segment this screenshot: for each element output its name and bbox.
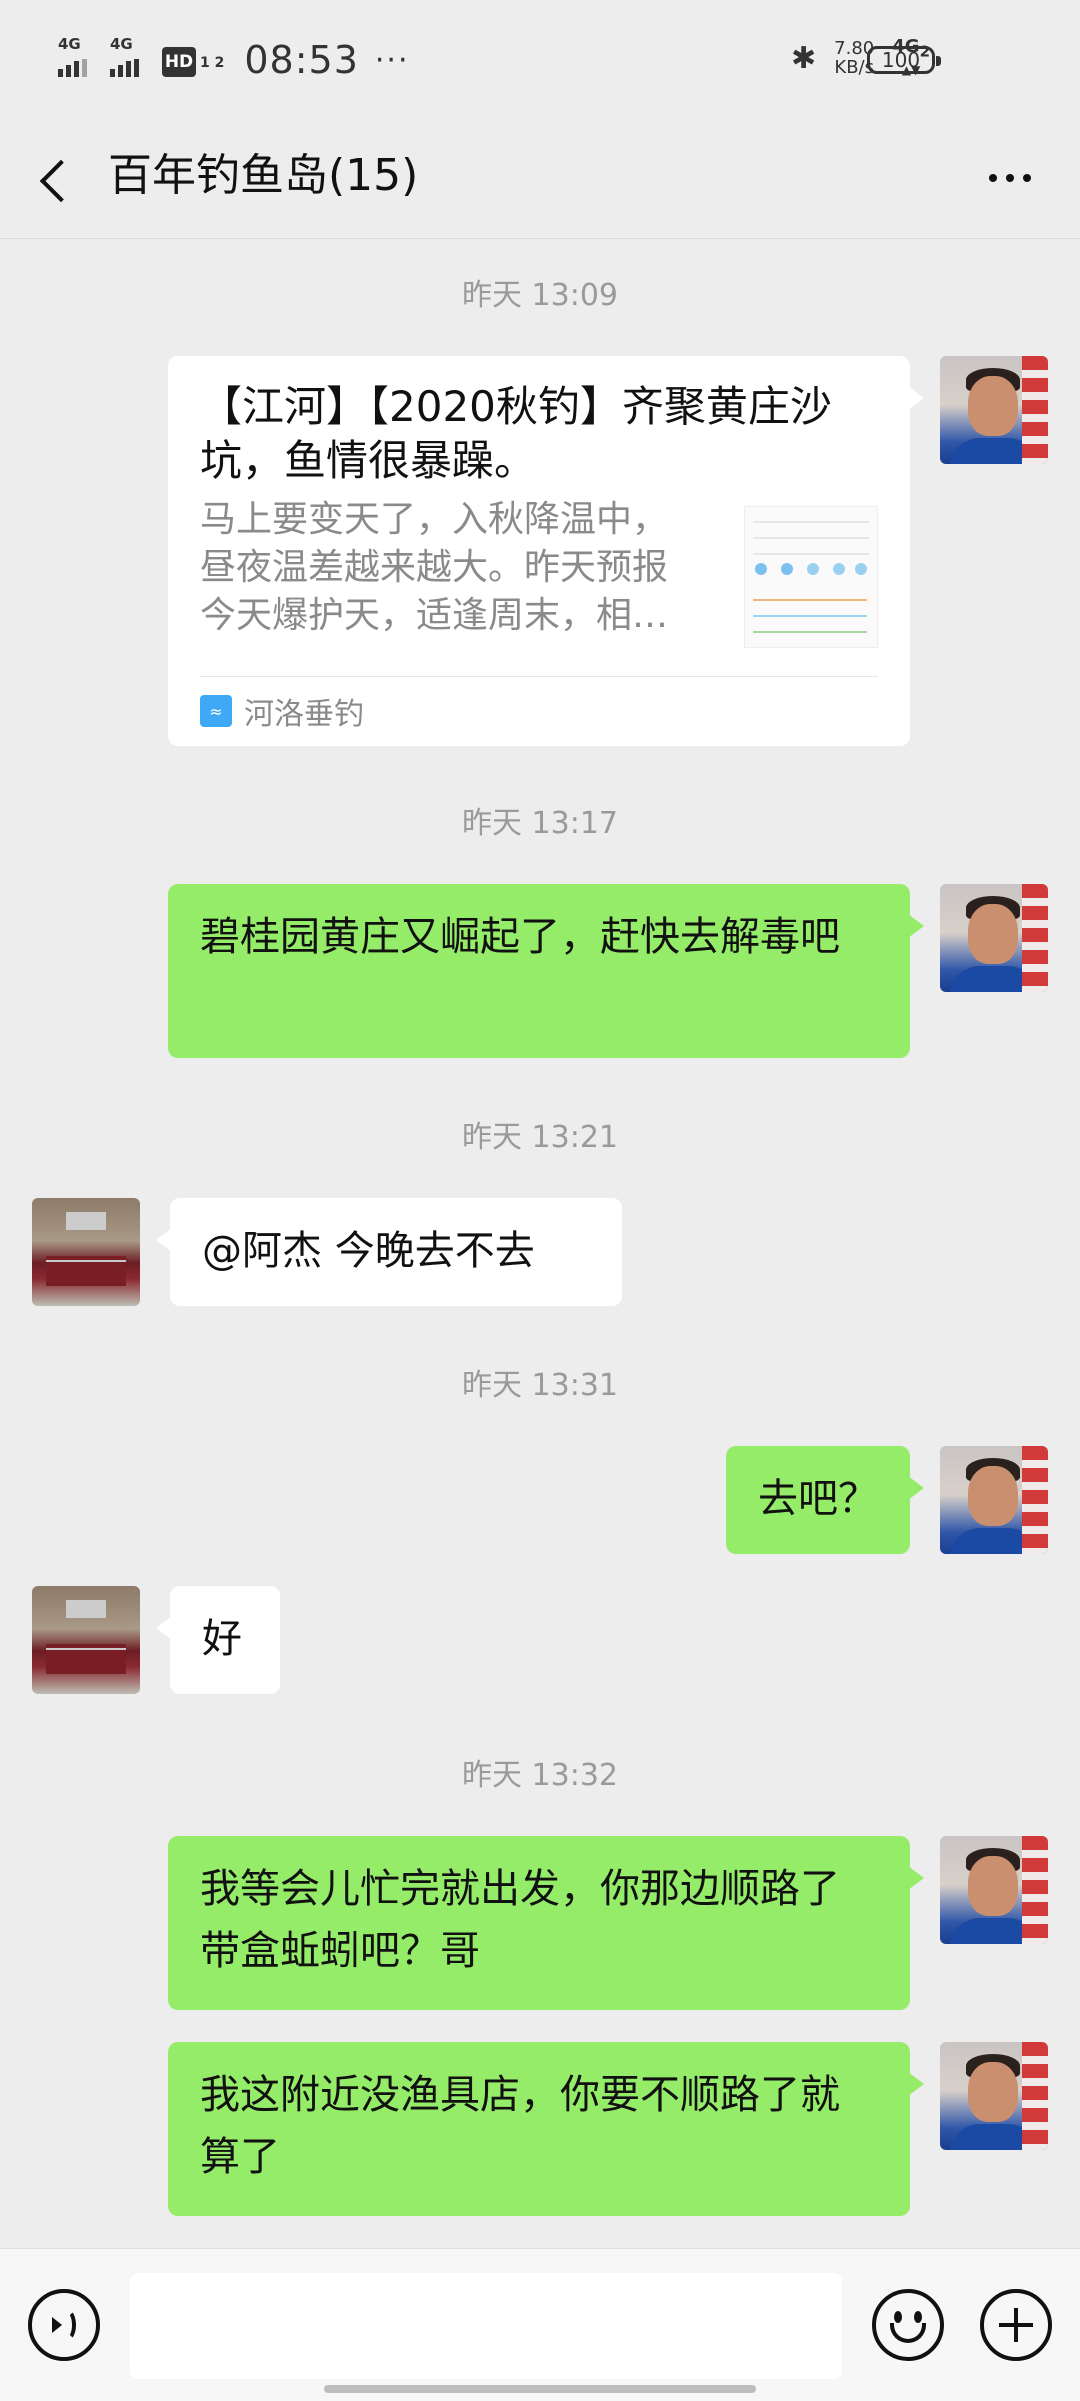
bluetooth-icon: ✱ [791,40,817,76]
timestamp: 昨天 13:21 [462,1120,618,1155]
timestamp: 昨天 13:32 [462,1758,618,1793]
link-card[interactable]: 【江河】【2020秋钓】齐聚黄庄沙坑，鱼情很暴躁。 马上要变天了，入秋降温中，昼… [168,356,924,746]
link-card-divider [200,676,878,677]
voice-icon[interactable] [28,2289,100,2361]
hd-voice-icon: HD [162,47,196,77]
self-avatar[interactable] [940,2042,1048,2150]
more-options-icon[interactable] [980,148,1040,208]
status-bar: 4G 4G HD 1 2 08:53 ··· ✱ 7.80 KB/s 4G2 ▲… [0,0,1080,120]
message-input[interactable] [130,2273,842,2379]
self-avatar[interactable] [940,1836,1048,1944]
self-avatar[interactable] [940,356,1048,464]
chat-header: 百年钓鱼岛(15) [0,120,1080,239]
hd-voice-sub: 1 2 [200,55,225,71]
source-logo-icon: ≈ [200,695,232,727]
message-bubble-self[interactable]: 碧桂园黄庄又崛起了，赶快去解毒吧 [168,884,924,1058]
signal-icon-sim1: 4G [58,37,96,83]
plus-icon[interactable] [980,2289,1052,2361]
link-card-thumbnail [744,506,878,648]
message-bubble-self[interactable]: 去吧？ [726,1446,924,1554]
more-notifications-icon: ··· [374,42,410,78]
battery-icon: 100 [867,46,941,74]
message-bubble-self[interactable]: 我这附近没渔具店，你要不顺路了就算了 [168,2042,924,2216]
home-indicator[interactable] [324,2385,756,2393]
timestamp: 昨天 13:09 [462,278,618,313]
clock: 08:53 [244,38,359,82]
chat-title: 百年钓鱼岛(15) [108,150,419,201]
link-card-description: 马上要变天了，入秋降温中，昼夜温差越来越大。昨天预报今天爆护天，适逢周末，相… [200,499,669,636]
link-card-source: ≈ 河洛垂钓 [200,686,364,736]
message-bubble-other[interactable]: 好 [156,1586,280,1694]
input-bar [0,2248,1080,2401]
timestamp: 昨天 13:17 [462,806,618,841]
message-bubble-self[interactable]: 我等会儿忙完就出发，你那边顺路了带盒蚯蚓吧？哥 [168,1836,924,2010]
back-arrow-icon[interactable] [28,148,88,208]
signal-icon-sim2: 4G [110,37,148,83]
timestamp: 昨天 13:31 [462,1368,618,1403]
self-avatar[interactable] [940,1446,1048,1554]
contact-avatar[interactable] [32,1198,140,1306]
emoji-icon[interactable] [872,2289,944,2361]
contact-avatar[interactable] [32,1586,140,1694]
link-card-title: 【江河】【2020秋钓】齐聚黄庄沙坑，鱼情很暴躁。 [200,382,832,485]
message-bubble-other[interactable]: @阿杰 今晚去不去 [156,1198,622,1306]
self-avatar[interactable] [940,884,1048,992]
